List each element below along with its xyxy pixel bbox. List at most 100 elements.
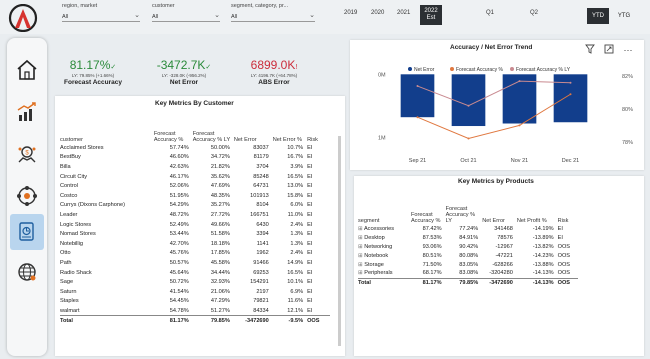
year-2019[interactable]: 2019 — [344, 10, 357, 16]
table-row[interactable]: ⊞ Storage 71.50% 83.05% -628266 -13.88% OOS — [358, 260, 578, 269]
col-risk[interactable]: Risk — [307, 113, 330, 143]
table-cell: 79.85% — [445, 277, 483, 287]
filter-customer[interactable]: customer All — [152, 3, 220, 22]
more-options-icon[interactable]: ⋯ — [622, 44, 634, 56]
net-error-bar — [553, 74, 588, 123]
col-forecast-accuracy[interactable]: Forecast Accuracy % — [411, 192, 446, 224]
line-point — [416, 85, 419, 88]
table-cell: EI — [307, 192, 313, 199]
quarter-q2[interactable]: Q2 — [530, 10, 538, 16]
focus-mode-icon[interactable] — [603, 44, 615, 56]
table-cell: 6.9% — [290, 288, 304, 295]
col-risk[interactable]: Risk — [558, 192, 578, 224]
filter-segment[interactable]: segment, category, pr... All — [231, 3, 315, 22]
table-row[interactable]: Acclaimed Stores 57.74% 50.00% 83037 10.7% EI — [60, 143, 330, 153]
col-net-profit-pct[interactable]: Net Profit % — [517, 192, 558, 224]
nav-forecast[interactable] — [10, 214, 44, 250]
table-row[interactable]: BestBuy 46.60% 34.72% 81179 16.7% EI — [60, 153, 330, 163]
table-row[interactable]: Circuit City 46.17% 35.62% 85248 16.5% EI — [60, 172, 330, 182]
table-row[interactable]: Saturn 41.54% 21.06% 2197 6.9% EI — [60, 287, 330, 297]
table-cell: EI — [307, 211, 313, 218]
table-cell: OOS — [557, 270, 571, 277]
table-cell: EI — [307, 250, 313, 257]
table-row[interactable]: Sage 50.72% 32.93% 154291 10.1% EI — [60, 277, 330, 287]
table-cell: EI — [307, 173, 313, 180]
nav-global[interactable] — [13, 258, 41, 286]
net-error-bar — [400, 74, 435, 118]
nav-finance[interactable]: $ — [13, 140, 41, 168]
col-net-error[interactable]: Net Error — [482, 192, 517, 224]
svg-text:$: $ — [25, 151, 29, 157]
kpi-value: 81.17% — [69, 58, 111, 72]
table-row[interactable]: Costco 51.95% 48.35% 101913 15.8% EI — [60, 191, 330, 201]
table-row[interactable]: Nomad Stores 53.44% 51.58% 3394 1.3% EI — [60, 229, 330, 239]
table-row[interactable]: Leader 48.72% 27.72% 166751 11.0% EI — [60, 210, 330, 220]
table-cell: 13.0% — [287, 183, 304, 190]
table-row[interactable]: Notebillig 42.70% 18.18% 1141 1.3% EI — [60, 239, 330, 249]
table-cell: -14.13% — [516, 277, 558, 287]
year-2020[interactable]: 2020 — [371, 10, 384, 16]
kpi-net-error: -3472.7K✓ LY: -328.0K (-956.2%) Net Erro… — [148, 58, 220, 86]
table-cell: EI — [307, 259, 313, 266]
col-forecast-accuracy[interactable]: Forecast Accuracy % — [154, 113, 193, 143]
table-row[interactable]: Path 50.57% 45.58% 91466 14.9% EI — [60, 258, 330, 268]
year-2022-selected[interactable]: 2022 Est — [420, 5, 442, 25]
table-row[interactable]: ⊞ Accessories 87.42% 77.24% 341468 -14.19% EI — [358, 224, 578, 233]
table-row[interactable]: ⊞ Networking 93.06% 90.42% -12967 -13.82% OOS — [358, 242, 578, 251]
table-row[interactable]: Staples 54.45% 47.29% 79821 11.6% EI — [60, 297, 330, 307]
table-cell: -13.89% — [532, 234, 554, 241]
table-cell: walmart — [60, 307, 80, 314]
y-left-tick: 0M — [378, 72, 386, 78]
col-net-error-pct[interactable]: Net Error % — [273, 113, 307, 143]
table-cell: 8104 — [256, 202, 269, 209]
customer-table-scrollbar[interactable] — [338, 136, 341, 346]
col-segment[interactable]: segment — [358, 192, 411, 224]
customer-table-body: Acclaimed Stores 57.74% 50.00% 83037 10.7% EI… — [60, 143, 330, 326]
table-cell: 10.7% — [287, 144, 304, 151]
table-row[interactable]: Currys (Dixons Carphone) 54.29% 35.27% 8104… — [60, 201, 330, 211]
ytg-toggle[interactable]: YTG — [613, 8, 635, 24]
table-cell: 53.44% — [169, 231, 189, 238]
col-net-error[interactable]: Net Error — [234, 113, 273, 143]
table-cell: 46.60% — [169, 154, 189, 161]
nav-supply-chain[interactable] — [13, 182, 41, 210]
nav-growth[interactable] — [13, 98, 41, 126]
table-row[interactable]: ⊞ Peripherals 68.17% 83.08% -3204280 -14.13%… — [358, 269, 578, 278]
quarter-q1[interactable]: Q1 — [486, 10, 494, 16]
table-row[interactable]: Logic Stores 52.49% 49.66% 6430 2.4% EI — [60, 220, 330, 230]
table-cell: 1.3% — [290, 231, 304, 238]
table-cell: ⊞ Peripherals — [358, 270, 393, 277]
table-cell: 42.70% — [169, 240, 189, 247]
table-cell: 48.35% — [210, 192, 230, 199]
legend-label-2: Forecast Accuracy % LY — [516, 67, 571, 73]
table-cell: 2.4% — [290, 250, 304, 257]
filter-icon[interactable] — [584, 44, 596, 56]
col-customer[interactable]: customer — [60, 113, 154, 143]
ytd-toggle[interactable]: YTD — [587, 8, 609, 24]
table-cell: 101913 — [250, 192, 269, 199]
table-cell: ⊞ Notebook — [358, 252, 389, 259]
total-row[interactable]: Total 81.17% 79.85% -3472690 -9.5% OOS — [60, 315, 330, 326]
table-cell: EI — [307, 307, 313, 314]
table-row[interactable]: Otto 45.76% 17.85% 1962 2.4% EI — [60, 249, 330, 259]
table-row[interactable]: ⊞ Desktop 87.53% 84.91% 78576 -13.89% EI — [358, 233, 578, 242]
nav-home[interactable] — [13, 56, 41, 84]
table-row[interactable]: ⊞ Notebook 80.51% 80.08% -47221 -14.23% OOS — [358, 251, 578, 260]
kpi-label: ABS Error — [258, 79, 290, 86]
filter-region-market[interactable]: region, market All — [62, 3, 140, 22]
table-cell: 35.27% — [210, 202, 230, 209]
col-forecast-accuracy-ly[interactable]: Forecast Accuracy % LY — [193, 113, 234, 143]
year-2021[interactable]: 2021 — [397, 10, 410, 16]
col-forecast-accuracy-ly[interactable]: Forecast Accuracy % LY — [446, 192, 483, 224]
table-cell: 154291 — [250, 279, 269, 286]
table-cell: 80.08% — [459, 252, 479, 259]
table-cell: ⊞ Networking — [358, 243, 393, 250]
table-row[interactable]: walmart 54.78% 51.27% 84334 12.1% EI — [60, 306, 330, 316]
table-row[interactable]: Control 52.06% 47.69% 64731 13.0% EI — [60, 181, 330, 191]
total-row[interactable]: Total 81.17% 79.85% -3472690 -14.13% OOS — [358, 277, 578, 287]
table-cell: Costco — [60, 192, 78, 199]
table-row[interactable]: Radio Shack 45.64% 34.44% 69253 16.5% EI — [60, 268, 330, 278]
trend-chart-panel: Accuracy / Net Error Trend Net Error Fore… — [350, 40, 644, 170]
table-row[interactable]: Billa 42.63% 21.82% 3704 3.9% EI — [60, 162, 330, 172]
line-point — [569, 81, 572, 84]
